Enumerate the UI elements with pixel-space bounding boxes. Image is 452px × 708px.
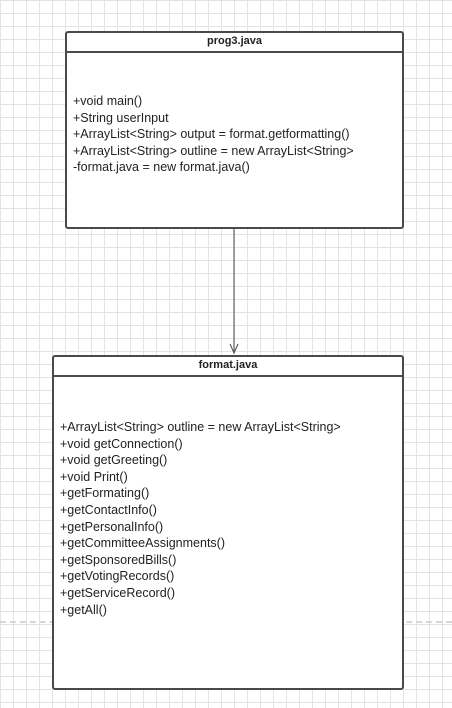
- class-box-prog3[interactable]: prog3.java +void main() +String userInpu…: [65, 31, 404, 229]
- member-list-prog3: +void main() +String userInput +ArrayLis…: [67, 53, 402, 176]
- member-text: +getContactInfo(): [60, 502, 157, 517]
- member-text: +ArrayList<String> outline = new ArrayLi…: [73, 143, 354, 158]
- member-text: +void main(): [73, 94, 143, 108]
- class-box-format[interactable]: format.java +ArrayList<String> outline =…: [52, 355, 404, 690]
- class-name-prog3: prog3.java: [67, 33, 402, 53]
- class-name-format: format.java: [54, 357, 402, 377]
- member-text: +void Print(): [60, 469, 128, 484]
- member-text: +void getGreeting(): [60, 453, 168, 468]
- member-text: +getCommitteeAssignments(): [60, 536, 225, 551]
- member-text: +getServiceRecord(): [60, 585, 175, 600]
- member-text: +getVotingRecords(): [60, 569, 175, 584]
- member-text: -format.java = new format.java(): [73, 160, 250, 175]
- member-text: +getPersonalInfo(): [60, 519, 164, 534]
- member-list-format: +ArrayList<String> outline = new ArrayLi…: [54, 377, 402, 618]
- member-text: +getAll(): [60, 602, 107, 617]
- member-text: +ArrayList<String> outline = new ArrayLi…: [60, 420, 341, 434]
- member-text: +getFormating(): [60, 486, 150, 501]
- member-text: +getSponsoredBills(): [60, 552, 177, 567]
- member-text: +void getConnection(): [60, 436, 183, 451]
- member-text: +String userInput: [73, 110, 169, 125]
- member-text: +ArrayList<String> output = format.getfo…: [73, 127, 350, 142]
